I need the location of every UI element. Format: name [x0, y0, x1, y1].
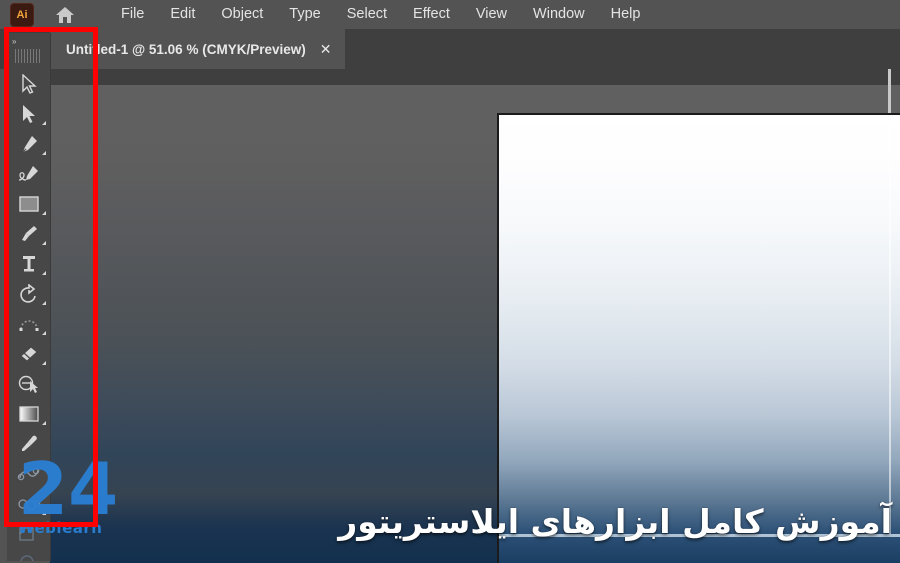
rectangle-tool[interactable]	[7, 189, 50, 219]
home-icon[interactable]	[48, 0, 82, 29]
gradient-overlay-panel	[497, 113, 900, 563]
artboard-tool[interactable]	[7, 519, 50, 549]
overlay-accent-line	[889, 115, 891, 535]
pen-tool[interactable]	[7, 129, 50, 159]
menu-item-file[interactable]: File	[108, 0, 157, 29]
eraser-tool[interactable]	[7, 339, 50, 369]
selection-tool[interactable]	[7, 69, 50, 99]
menu-item-object[interactable]: Object	[208, 0, 276, 29]
paintbrush-tool[interactable]	[7, 219, 50, 249]
flyout-indicator-icon	[42, 241, 46, 245]
menu-item-window[interactable]: Window	[520, 0, 598, 29]
menu-item-effect[interactable]: Effect	[400, 0, 463, 29]
menu-item-view[interactable]: View	[463, 0, 520, 29]
flyout-indicator-icon	[42, 211, 46, 215]
flyout-indicator-icon	[42, 331, 46, 335]
flyout-indicator-icon	[42, 361, 46, 365]
menu-item-type[interactable]: Type	[276, 0, 333, 29]
toolbar-panel: »	[7, 33, 51, 561]
illustrator-logo-icon[interactable]: Ai	[10, 2, 34, 27]
zoom-tool[interactable]	[7, 549, 50, 561]
gradient-tool[interactable]	[7, 399, 50, 429]
document-tab[interactable]: Untitled-1 @ 51.06 % (CMYK/Preview) ✕	[50, 29, 346, 69]
flyout-indicator-icon	[42, 121, 46, 125]
document-tab-bar: Untitled-1 @ 51.06 % (CMYK/Preview) ✕	[0, 29, 900, 69]
menu-item-edit[interactable]: Edit	[157, 0, 208, 29]
headline-text: آموزش کامل ابزارهای ایلاستریتور	[338, 502, 892, 541]
flyout-indicator-icon	[42, 271, 46, 275]
menu-bar: Ai File Edit Object Type Select Effect V…	[0, 0, 900, 29]
curvature-tool[interactable]	[7, 159, 50, 189]
symbol-sprayer-tool[interactable]	[7, 489, 50, 519]
document-tab-label: Untitled-1 @ 51.06 % (CMYK/Preview)	[66, 41, 306, 57]
flyout-indicator-icon	[42, 511, 46, 515]
illustrator-logo-label: Ai	[16, 8, 28, 21]
menu-item-help[interactable]: Help	[598, 0, 654, 29]
scale-tool[interactable]	[7, 309, 50, 339]
flyout-indicator-icon	[42, 151, 46, 155]
tool-list	[7, 63, 50, 561]
close-icon[interactable]: ✕	[320, 41, 332, 58]
canvas-top-strip	[50, 69, 900, 85]
collapse-panel-icon[interactable]: »	[7, 33, 50, 49]
blend-tool[interactable]	[7, 459, 50, 489]
type-tool[interactable]	[7, 249, 50, 279]
menu-items: File Edit Object Type Select Effect View…	[108, 0, 653, 29]
direct-selection-tool[interactable]	[7, 99, 50, 129]
panel-drag-handle[interactable]	[15, 49, 42, 63]
menu-item-select[interactable]: Select	[334, 0, 400, 29]
illustrator-window: Ai File Edit Object Type Select Effect V…	[0, 0, 900, 563]
rotate-tool[interactable]	[7, 279, 50, 309]
eyedropper-tool[interactable]	[7, 429, 50, 459]
flyout-indicator-icon	[42, 421, 46, 425]
flyout-indicator-icon	[42, 301, 46, 305]
shape-builder-tool[interactable]	[7, 369, 50, 399]
